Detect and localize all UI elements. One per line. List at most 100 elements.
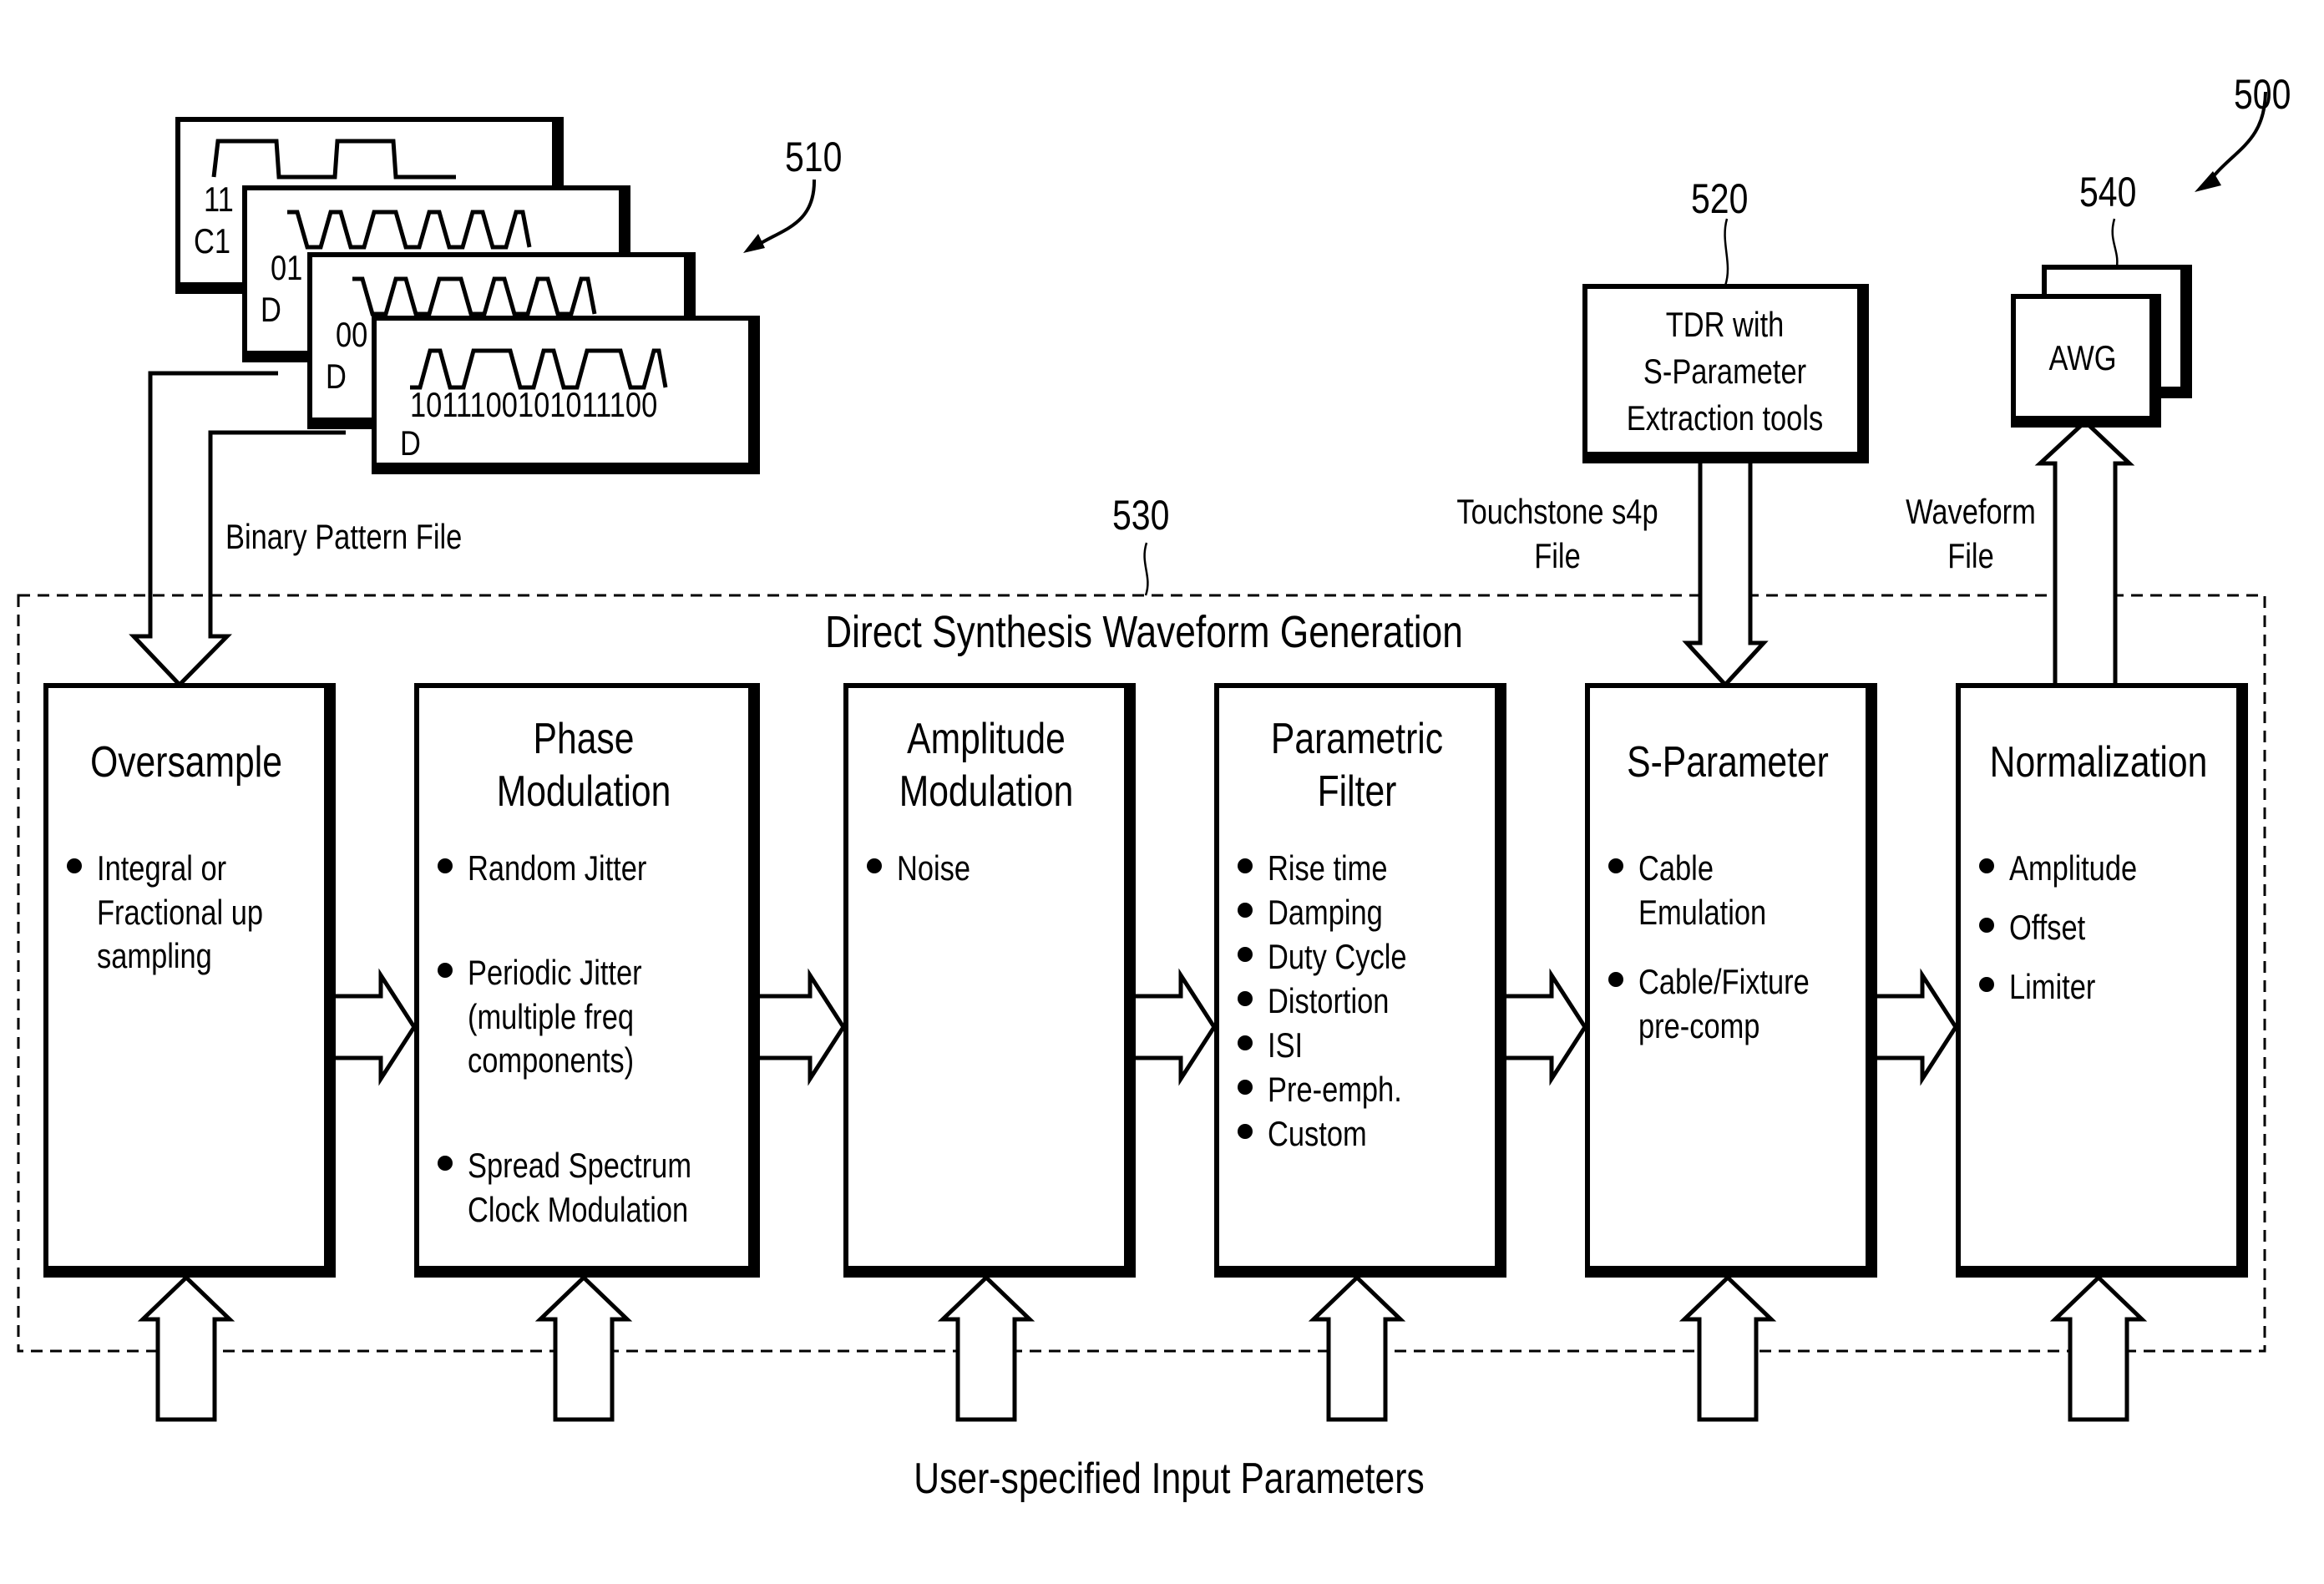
synthesis-block[interactable]: Amplitude Modulation Noise [843,683,1136,1278]
block-item: Duty Cycle [1268,935,1407,979]
ref-530: 530 [1112,492,1170,539]
bullet-icon [438,858,453,873]
synthesis-block[interactable]: Phase Modulation Random Jitter Periodic Jit… [414,683,760,1278]
flow-arrow [1136,968,1217,1086]
flow-arrow [1877,968,1958,1086]
pattern-code: 1011100101011100 [410,385,658,424]
bullet-icon [1238,858,1253,873]
block-item-line: Offset [2009,908,2086,947]
block-item-line: Spread Spectrum [468,1146,692,1185]
bullet-icon [1979,858,1994,873]
user-input-arrow [137,1274,235,1422]
pattern-code: 11 [204,180,234,219]
block-item-line: (multiple freq [468,996,635,1036]
block-item: Random Jitter [468,847,646,891]
bullet-icon [1238,1124,1253,1139]
block-title: Normalization [1986,736,2212,789]
ref-530-leader [1143,542,1149,596]
waveform-file-label-2: File [1947,536,1994,575]
block-item: Cable/Fixture pre-comp [1638,960,1810,1048]
bullet-icon [1238,991,1253,1006]
block-item: Amplitude [2009,847,2137,891]
block-title-line: Phase [533,715,635,763]
block-item-line: Rise time [1268,848,1388,888]
block-title: Oversample [73,736,300,789]
pattern-type: D [261,290,281,329]
synthesis-block[interactable]: Normalization Amplitude Offset Limiter [1956,683,2248,1278]
block-item-line: sampling [97,936,212,975]
block-item: Rise time [1268,847,1388,891]
user-input-arrow [2049,1274,2148,1422]
block-item: Integral or Fractional up sampling [97,847,263,979]
block-title-line: S-Parameter [1627,738,1829,787]
binary-pattern-file-label: Binary Pattern File [225,517,463,556]
bullet-icon [1979,918,1994,933]
block-item: Offset [2009,906,2085,950]
bullet-icon [1238,903,1253,918]
block-item: Cable Emulation [1638,847,1766,934]
block-item: Distortion [1268,979,1389,1024]
block-item: Spread Spectrum Clock Modulation [468,1144,691,1232]
ref-510-leader [754,179,817,248]
synthesis-block[interactable]: S-Parameter Cable Emulation Cable/Fixture pr… [1585,683,1877,1278]
block-item-line: Duty Cycle [1268,937,1407,976]
pattern-code: 01 [271,248,303,287]
block-title-line: Modulation [496,767,671,817]
block-item-line: Cable/Fixture [1638,962,1810,1001]
block-title: Parametric Filter [1244,713,1471,819]
block-item-line: Amplitude [2009,848,2138,888]
block-item: ISI [1268,1024,1303,1068]
synthesis-block[interactable]: Parametric Filter Rise time Damping Duty Cyc… [1214,683,1506,1278]
bullet-icon [1608,858,1623,873]
pattern-code: 00 [336,315,368,354]
block-item-line: Random Jitter [468,848,647,888]
pattern-file-card[interactable]: 1011100101011100 D [372,316,760,474]
block-title: Amplitude Modulation [873,713,1100,819]
pattern-type: C1 [194,221,231,261]
block-item: Periodic Jitter (multiple freq components) [468,951,642,1083]
block-item: Noise [897,847,970,891]
block-item-line: Noise [897,848,971,888]
touchstone-label-2: File [1534,536,1581,575]
block-title-line: Parametric [1270,715,1444,763]
tdr-line-2: S-Parameter [1643,352,1807,391]
flow-arrow [760,968,846,1086]
pattern-type: D [400,423,421,463]
block-title-line: Filter [1317,767,1397,817]
tdr-line-3: Extraction tools [1626,398,1824,438]
ref-510-arrowhead [743,234,765,253]
block-item-line: Periodic Jitter [468,953,642,992]
user-input-arrow [1308,1274,1406,1422]
bullet-icon [1608,972,1623,987]
block-item-line: Distortion [1268,981,1390,1020]
bullet-icon [1238,1035,1253,1050]
bullet-icon [438,1156,453,1171]
tdr-box[interactable]: TDR with S-Parameter Extraction tools [1582,284,1869,463]
block-item: Pre-emph. [1268,1068,1402,1112]
tdr-line-1: TDR with [1665,305,1785,344]
user-inputs-label: User-specified Input Parameters [914,1455,1425,1503]
ref-510: 510 [785,134,843,180]
user-input-arrow [534,1274,633,1422]
block-item-line: Pre-emph. [1268,1070,1402,1109]
ref-540-leader [2111,218,2119,272]
block-title-line: Oversample [90,738,282,787]
bullet-icon [1238,947,1253,962]
block-item: Custom [1268,1112,1367,1156]
block-item-line: Custom [1268,1114,1367,1153]
block-title-line: Amplitude [907,715,1066,763]
user-input-arrow [1678,1274,1777,1422]
block-item-line: Damping [1268,893,1383,932]
awg-label: AWG [2048,338,2117,377]
synthesis-title: Direct Synthesis Waveform Generation [825,607,1463,657]
block-item-line: Clock Modulation [468,1189,689,1229]
waveform-glyph [410,348,668,390]
bullet-icon [438,963,453,978]
awg-box[interactable]: AWG [2011,294,2161,428]
bullet-icon [67,858,82,873]
waveform-file-label-1: Waveform [1906,492,2036,531]
block-item-line: components) [468,1040,635,1080]
block-item-line: Integral or [97,848,227,888]
synthesis-block[interactable]: Oversample Integral or Fractional up sampli… [43,683,336,1278]
touchstone-label-1: Touchstone s4p [1456,492,1658,531]
